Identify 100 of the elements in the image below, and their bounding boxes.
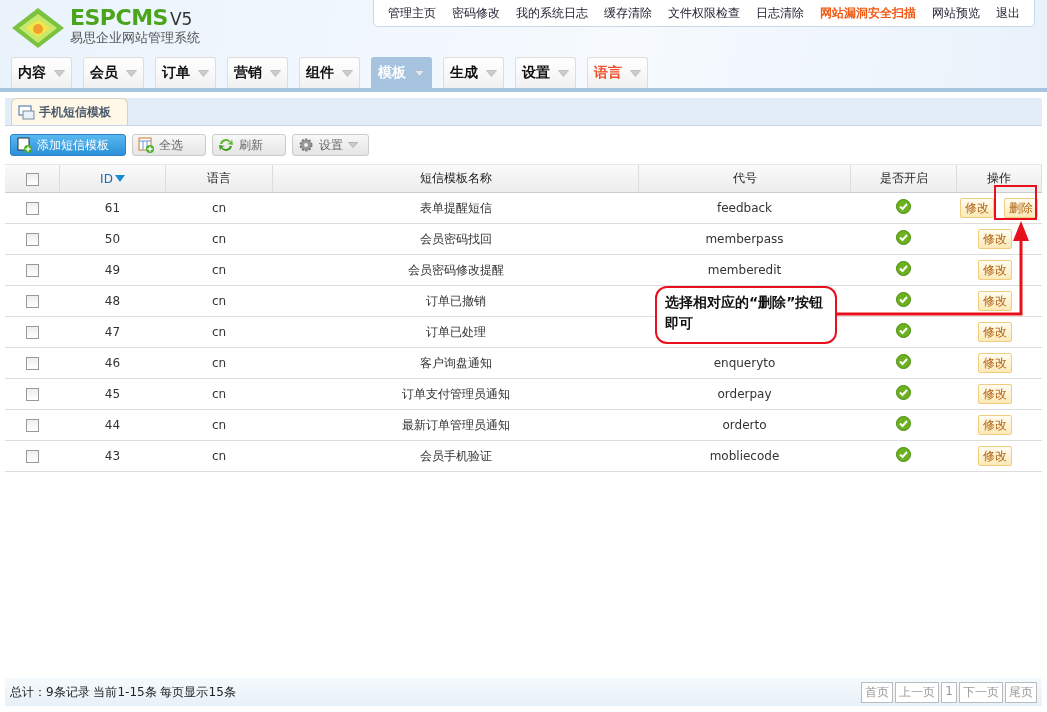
column-header: 语言 xyxy=(207,171,231,185)
panel-tab[interactable]: 手机短信模板 xyxy=(11,98,128,125)
edit-button[interactable]: 修改 xyxy=(977,322,1012,342)
caret-icon xyxy=(270,69,281,77)
caret-icon xyxy=(558,69,569,77)
delete-button[interactable]: 删除 xyxy=(1003,198,1038,218)
edit-button[interactable]: 修改 xyxy=(977,229,1012,249)
pager-button[interactable]: 上一页 xyxy=(895,681,940,703)
row-checkbox[interactable] xyxy=(25,357,39,370)
caret-icon xyxy=(348,142,358,148)
table-cell: orderto xyxy=(722,418,767,432)
pager-button[interactable]: 下一页 xyxy=(959,681,1003,703)
caret-icon xyxy=(198,69,209,77)
table-cell: 会员密码找回 xyxy=(419,231,492,246)
highlight-frame xyxy=(994,185,1037,220)
top-link[interactable]: 密码修改 xyxy=(444,4,508,22)
row-checkbox[interactable] xyxy=(25,326,39,339)
caret-icon xyxy=(342,69,353,77)
top-link[interactable]: 网站预览 xyxy=(924,4,988,22)
record-summary: 总计：9条记录 当前1-15条 每页显示15条 xyxy=(10,683,236,701)
nav-tab[interactable]: 会员 xyxy=(83,57,144,88)
add-document-icon xyxy=(16,137,32,153)
toolbar-button[interactable]: 添加短信模板 xyxy=(10,134,126,156)
pager-button[interactable]: 尾页 xyxy=(1005,681,1037,703)
row-checkbox[interactable] xyxy=(25,450,39,463)
edit-button[interactable]: 修改 xyxy=(977,415,1012,435)
table-cell: 50 xyxy=(104,232,121,246)
table-cell: 客户询盘通知 xyxy=(419,355,492,370)
nav-tab[interactable]: 语言 xyxy=(587,57,648,88)
settings-icon xyxy=(298,137,314,153)
column-header: 代号 xyxy=(732,171,757,185)
row-checkbox[interactable] xyxy=(25,388,39,401)
nav-tab[interactable]: 设置 xyxy=(515,57,576,88)
nav-tab[interactable]: 内容 xyxy=(11,57,72,88)
pager-button[interactable]: 1 xyxy=(941,681,957,703)
row-checkbox[interactable] xyxy=(25,233,39,246)
nav-tab[interactable]: 营销 xyxy=(227,57,288,88)
monitor-icon xyxy=(18,104,35,120)
sort-down-icon xyxy=(114,175,125,182)
top-link[interactable]: 日志清除 xyxy=(748,4,812,22)
caret-icon xyxy=(414,69,425,77)
top-link[interactable]: 我的系统日志 xyxy=(508,4,596,22)
table-cell: 49 xyxy=(104,263,121,277)
row-checkbox[interactable] xyxy=(25,295,39,308)
callout-note: 选择相对应的“删除”按钮即可 xyxy=(655,286,837,344)
nav-tab[interactable]: 订单 xyxy=(155,57,216,88)
brand-name: ESPCMS xyxy=(70,6,168,30)
column-header: 是否开启 xyxy=(879,171,928,185)
table-cell: 46 xyxy=(104,356,121,370)
table-cell: 45 xyxy=(104,387,121,401)
row-checkbox[interactable] xyxy=(25,264,39,277)
toolbar-button[interactable]: 设置 xyxy=(292,134,369,156)
caret-icon xyxy=(54,69,65,77)
table-cell: 订单已撤销 xyxy=(425,293,486,308)
table-cell: cn xyxy=(211,294,227,308)
table-cell: cn xyxy=(211,356,227,370)
nav-tab[interactable]: 组件 xyxy=(299,57,360,88)
pager-button[interactable]: 首页 xyxy=(861,681,894,703)
edit-button[interactable]: 修改 xyxy=(959,198,994,218)
caret-icon xyxy=(630,69,641,77)
table-cell: cn xyxy=(211,387,227,401)
brand-version: V5 xyxy=(169,9,193,29)
table-cell: 44 xyxy=(104,418,121,432)
table-cell: 47 xyxy=(104,325,121,339)
top-link[interactable]: 退出 xyxy=(988,4,1028,22)
top-link[interactable]: 文件权限检查 xyxy=(660,4,748,22)
brand-subtitle: 易思企业网站管理系统 xyxy=(70,30,200,46)
table-cell: 表单提醒短信 xyxy=(419,200,492,215)
table-cell: mobliecode xyxy=(709,449,780,463)
table-cell: 最新订单管理员通知 xyxy=(401,417,510,432)
edit-button[interactable]: 修改 xyxy=(977,353,1012,373)
top-link[interactable]: 管理主页 xyxy=(380,4,444,22)
edit-button[interactable]: 修改 xyxy=(977,446,1012,466)
table-cell: 订单支付管理员通知 xyxy=(401,386,510,401)
table-cell: 会员手机验证 xyxy=(419,448,492,463)
row-checkbox[interactable] xyxy=(25,202,39,215)
caret-icon xyxy=(486,69,497,77)
table-cell: memberedit xyxy=(707,263,782,277)
add-table-icon xyxy=(138,137,154,153)
table-cell: 48 xyxy=(104,294,121,308)
edit-button[interactable]: 修改 xyxy=(977,260,1012,280)
toolbar-button[interactable]: 刷新 xyxy=(212,134,286,156)
table-cell: cn xyxy=(211,418,227,432)
table-cell: enqueryto xyxy=(713,356,776,370)
nav-tab[interactable]: 生成 xyxy=(443,57,504,88)
table-cell: cn xyxy=(211,232,227,246)
top-link[interactable]: 网站漏洞安全扫描 xyxy=(812,4,924,22)
table-cell: feedback xyxy=(716,201,773,215)
row-checkbox[interactable] xyxy=(25,419,39,432)
column-header: 操作 xyxy=(987,171,1011,185)
table-cell: cn xyxy=(211,325,227,339)
table-cell: 会员密码修改提醒 xyxy=(407,262,504,277)
edit-button[interactable]: 修改 xyxy=(977,384,1012,404)
top-link[interactable]: 缓存清除 xyxy=(596,4,660,22)
logo-icon xyxy=(10,6,66,48)
table-cell: cn xyxy=(211,449,227,463)
column-header[interactable]: ID xyxy=(100,171,125,186)
edit-button[interactable]: 修改 xyxy=(977,291,1012,311)
select-all-checkbox[interactable] xyxy=(25,172,39,186)
toolbar-button[interactable]: 全选 xyxy=(132,134,206,156)
